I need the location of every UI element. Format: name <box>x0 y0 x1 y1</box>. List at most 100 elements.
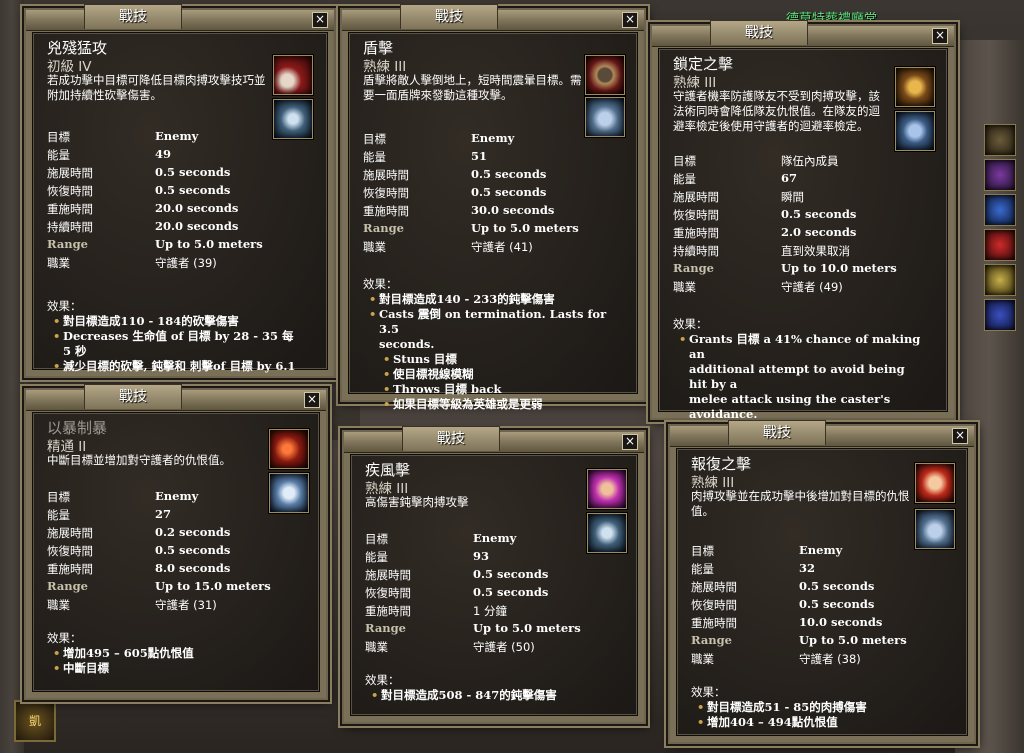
stat-value: 51 <box>471 149 488 163</box>
skill-description: 若成功擊中目標可降低目標肉搏攻擊技巧並附加持續性砍擊傷害。 <box>47 73 266 102</box>
window-title-tab: 戰技 <box>84 384 182 409</box>
side-hotbar <box>984 124 1018 334</box>
stat-row: 施展時間 0.5 seconds <box>47 165 277 183</box>
skill-tooltip-window[interactable]: 戰技 × 以暴制暴 精通 II 中斷目標並增加對守護者的仇恨值。 目標 Enemy 能量 27 施… <box>24 384 328 700</box>
tooltip-body: 報復之擊 熟練 III 肉搏攻擊並在成功擊中後增加對目標的仇恨值。 目標 Enemy 能量… <box>676 448 968 736</box>
window-title-tab: 戰技 <box>84 4 182 29</box>
stat-row: 恢復時間 0.5 seconds <box>365 585 595 603</box>
stat-label: 重施時間 <box>691 616 737 630</box>
hotbar-slot-icon[interactable] <box>984 264 1016 296</box>
effect-item: 使目標視線模糊 <box>363 367 613 382</box>
stat-label: 重施時間 <box>363 204 409 218</box>
stat-row: Range Up to 5.0 meters <box>47 237 277 255</box>
stat-label: 職業 <box>673 280 696 294</box>
stat-value: 1 分鐘 <box>473 604 507 618</box>
magenta-fist-icon <box>587 469 627 509</box>
skill-stats-table: 目標 Enemy 能量 32 施展時間 0.5 seconds 恢復時間 0.5 second… <box>691 543 921 669</box>
stat-value: Up to 5.0 meters <box>471 221 579 235</box>
effect-item: 增加495 – 605點仇恨值 <box>47 646 297 661</box>
effect-item: Grants 目標 a 41% chance of making an <box>673 332 923 362</box>
close-button[interactable]: × <box>622 434 638 450</box>
close-button[interactable]: × <box>304 392 320 408</box>
stat-value: 守護者 (41) <box>471 240 533 254</box>
blood-blade-icon <box>273 55 313 95</box>
stat-label: 施展時間 <box>363 168 409 182</box>
effects-list: 效果：對目標造成51 - 85的肉搏傷害增加404 – 494點仇恨值 <box>691 685 941 730</box>
stat-row: 重施時間 8.0 seconds <box>47 561 277 579</box>
stat-label: Range <box>47 237 88 251</box>
stat-label: 持續時間 <box>47 220 93 234</box>
stat-row: 能量 32 <box>691 561 921 579</box>
stat-label: 恢復時間 <box>673 208 719 222</box>
skill-tooltip-window[interactable]: 戰技 × 盾擊 熟練 III 盾擊將敵人擊倒地上，短時間震暈目標。需要一面盾牌來發動這種… <box>340 4 646 412</box>
effect-item: Throws 目標 back <box>363 382 613 397</box>
stat-label: 恢復時間 <box>365 586 411 600</box>
hotbar-slot-icon[interactable] <box>984 229 1016 261</box>
stat-value: 守護者 (49) <box>781 280 843 294</box>
skill-tooltip-window[interactable]: 戰技 × 兇殘猛攻 初級 IV 若成功擊中目標可降低目標肉搏攻擊技巧並附加持續性砍擊傷害… <box>24 4 336 378</box>
stat-label: 職業 <box>365 640 388 654</box>
stat-row: Range Up to 5.0 meters <box>363 221 593 239</box>
stat-label: 恢復時間 <box>363 186 409 200</box>
stat-value: 直到效果取消 <box>781 244 850 258</box>
curved-sword-icon <box>273 99 313 139</box>
skill-tooltip-window[interactable]: 戰技 × 疾風擊 熟練 III 高傷害鈍擊肉搏攻擊 目標 Enemy 能量 93 施展時間 0.5 … <box>342 426 646 724</box>
effect-item: 對目標造成508 - 847的鈍擊傷害 <box>365 688 615 703</box>
stat-label: Range <box>47 579 88 593</box>
hotbar-slot-icon[interactable] <box>984 124 1016 156</box>
effect-item: 中斷目標 <box>47 661 297 676</box>
stat-row: 施展時間 0.5 seconds <box>365 567 595 585</box>
close-button[interactable]: × <box>932 28 948 44</box>
window-title-tab: 戰技 <box>710 20 808 45</box>
stat-row: 重施時間 10.0 seconds <box>691 615 921 633</box>
effect-item: 減少目標的砍擊, 鈍擊和 刺擊of 目標 by 6.1 <box>47 359 297 374</box>
stat-row: 施展時間 0.2 seconds <box>47 525 277 543</box>
hotbar-slot-icon[interactable] <box>984 299 1016 331</box>
hotbar-slot-icon[interactable] <box>984 159 1016 191</box>
stat-row: 能量 51 <box>363 149 593 167</box>
flexed-arm-icon <box>895 111 935 151</box>
skill-tooltip-window[interactable]: 戰技 × 報復之擊 熟練 III 肉搏攻擊並在成功擊中後增加對目標的仇恨值。 目標 Enem… <box>668 420 976 744</box>
skill-tooltip-window[interactable]: 戰技 × 鎖定之擊 熟練 III 守護者機率防護隊友不受到肉搏攻擊，該法術同時會降低隊友… <box>650 20 956 437</box>
skill-rank: 熟練 III <box>673 75 717 91</box>
stat-label: 能量 <box>691 562 714 576</box>
stat-label: 目標 <box>365 532 388 546</box>
skill-description: 中斷目標並增加對守護者的仇恨值。 <box>47 453 231 467</box>
effect-item: Decreases 生命值 of 目標 by 28 - 35 每5 秒 <box>47 329 297 359</box>
skill-rank: 熟練 III <box>365 481 409 497</box>
stat-row: 重施時間 20.0 seconds <box>47 201 277 219</box>
stat-row: 目標 Enemy <box>47 489 277 507</box>
hotbar-bottom-icon[interactable]: 凱 <box>14 700 56 742</box>
skill-rank: 熟練 III <box>363 59 407 75</box>
hotbar-slot-icon[interactable] <box>984 194 1016 226</box>
stat-row: 重施時間 2.0 seconds <box>673 225 903 243</box>
stat-row: 恢復時間 0.5 seconds <box>47 183 277 201</box>
stat-row: 能量 93 <box>365 549 595 567</box>
stat-value: Up to 15.0 meters <box>155 579 271 593</box>
stat-row: 施展時間 0.5 seconds <box>691 579 921 597</box>
stat-label: 能量 <box>363 150 386 164</box>
skill-rank: 熟練 III <box>691 475 735 491</box>
stat-row: Range Up to 15.0 meters <box>47 579 277 597</box>
stat-row: 恢復時間 0.5 seconds <box>47 543 277 561</box>
stat-value: Enemy <box>155 489 199 503</box>
stat-label: 施展時間 <box>673 190 719 204</box>
stat-value: 0.5 seconds <box>781 207 857 221</box>
close-button[interactable]: × <box>312 12 328 28</box>
effect-item: 如果目標等級為英雄或是更弱 <box>363 397 613 412</box>
close-button[interactable]: × <box>622 12 638 28</box>
stat-row: 目標 Enemy <box>363 131 593 149</box>
stat-row: 重施時間 30.0 seconds <box>363 203 593 221</box>
stat-value: 守護者 (50) <box>473 640 535 654</box>
stat-row: 職業 守護者 (41) <box>363 239 593 257</box>
tooltip-body: 以暴制暴 精通 II 中斷目標並增加對守護者的仇恨值。 目標 Enemy 能量 27 施展時間… <box>32 412 320 692</box>
stat-value: 瞬間 <box>781 190 804 204</box>
stat-row: 目標 Enemy <box>47 129 277 147</box>
stat-label: 恢復時間 <box>691 598 737 612</box>
effect-item: additional attempt to avoid being hit by… <box>689 362 905 391</box>
close-button[interactable]: × <box>952 428 968 444</box>
effect-item: Stuns 目標 <box>363 352 613 367</box>
stat-value: Up to 5.0 meters <box>155 237 263 251</box>
stat-row: 能量 27 <box>47 507 277 525</box>
effect-item: seconds. <box>379 337 435 351</box>
